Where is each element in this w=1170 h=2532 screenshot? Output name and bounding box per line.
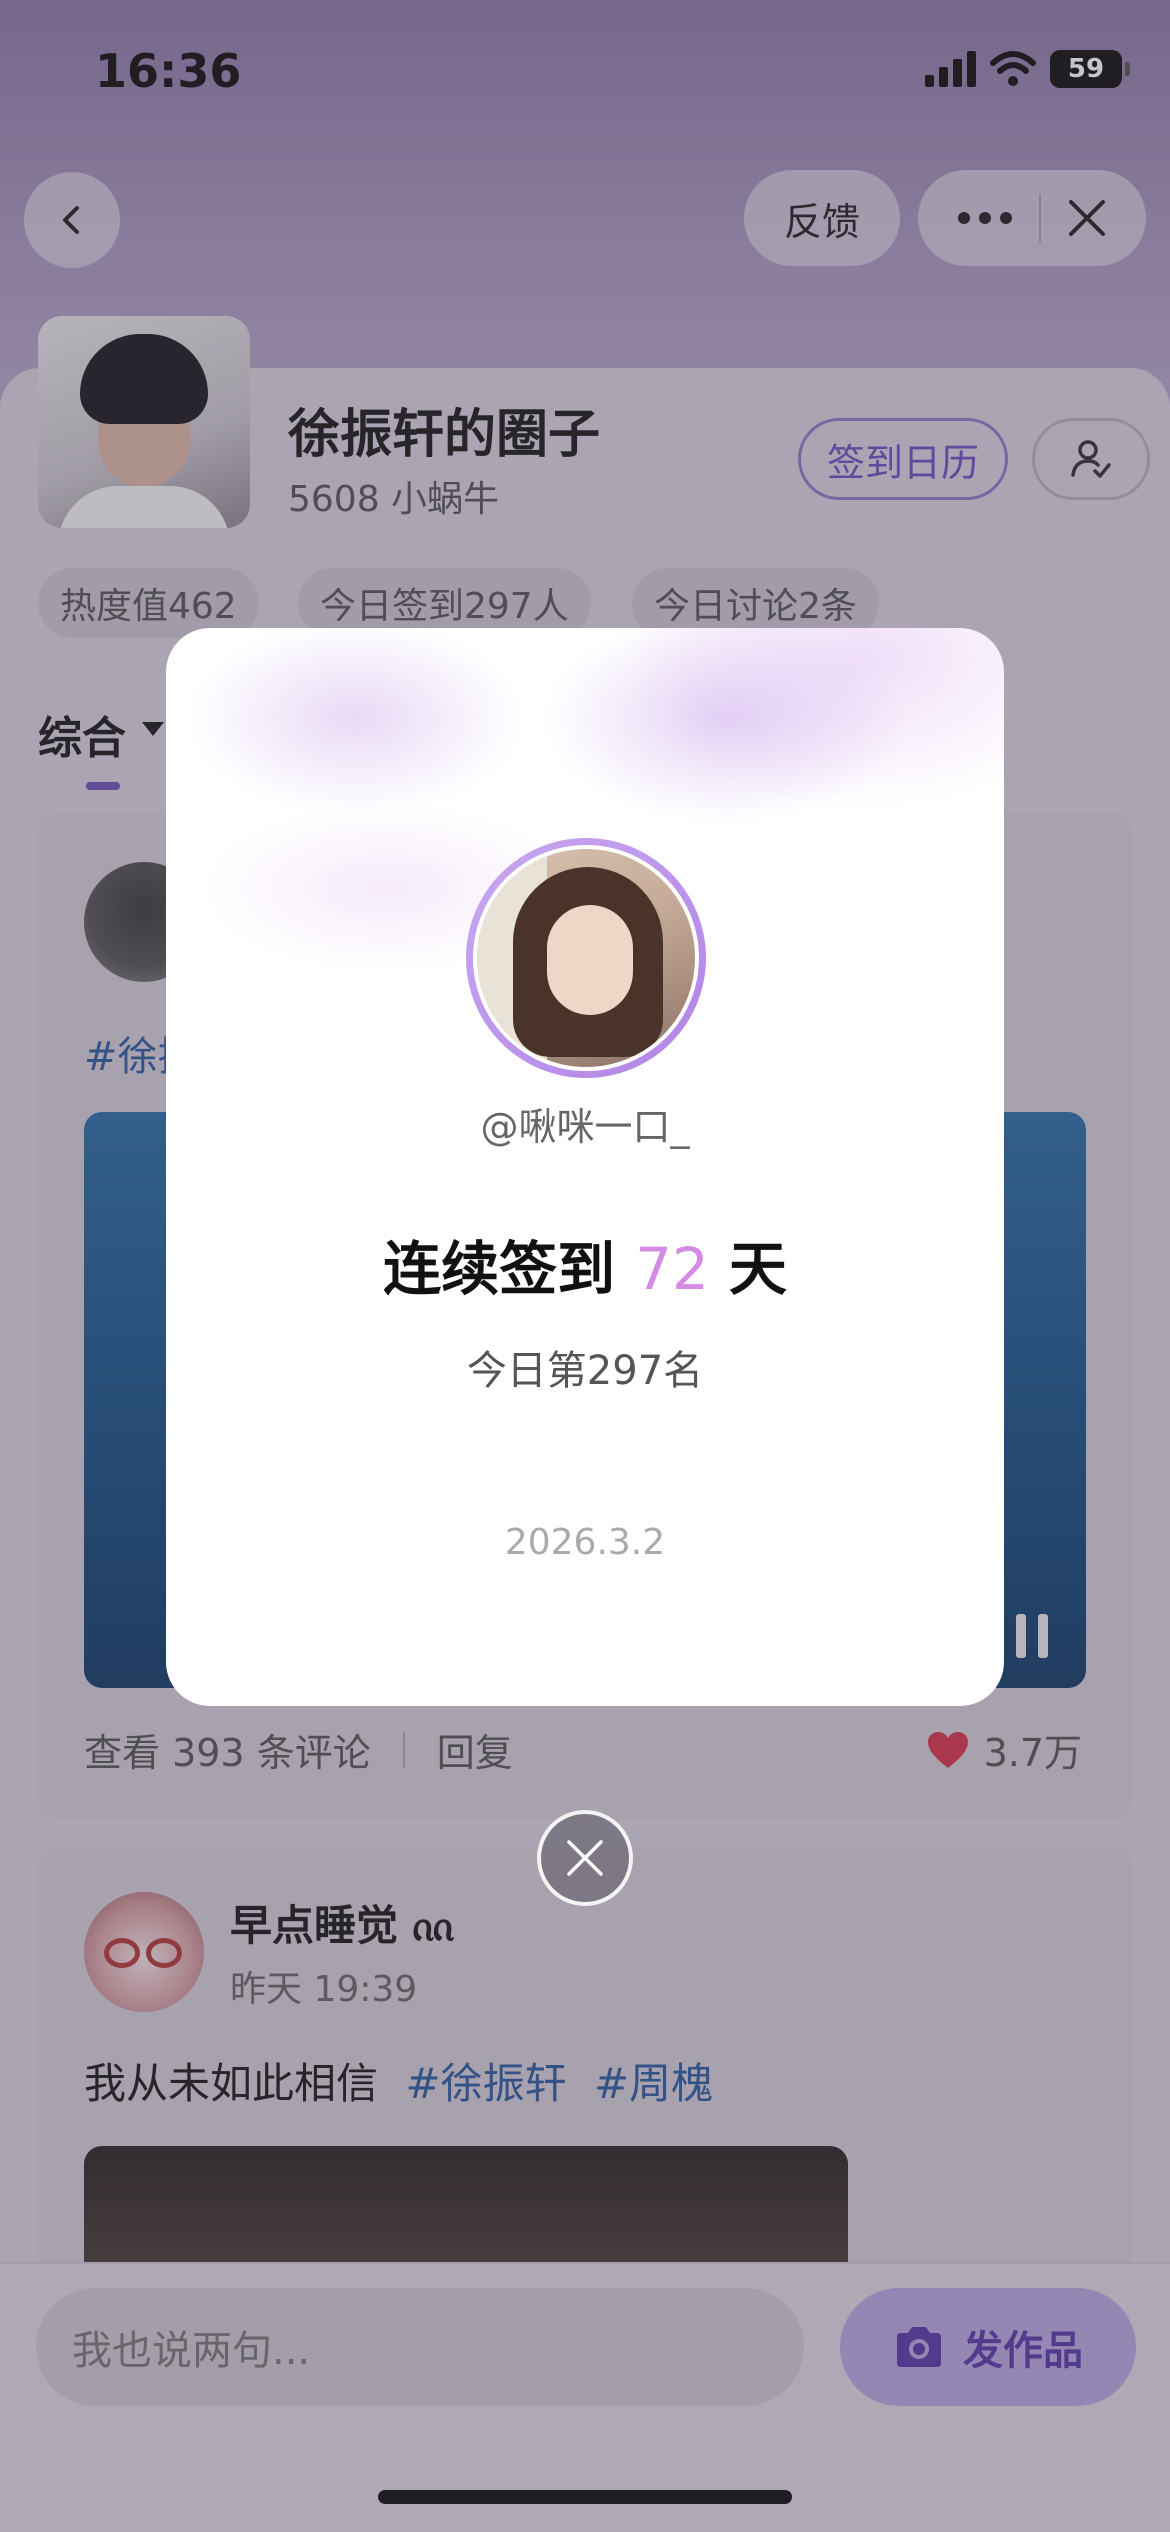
- checkin-rank: 今日第297名: [466, 1348, 704, 1394]
- user-avatar: [466, 838, 706, 1078]
- streak-days: 72: [635, 1235, 709, 1303]
- streak-suffix: 天: [728, 1235, 787, 1303]
- modal-close-button[interactable]: [537, 1810, 633, 1906]
- close-icon: [567, 1840, 603, 1876]
- checkin-success-modal: @啾咪一口_ 连续签到 72 天 今日第297名 2026.3.2: [166, 628, 1004, 1706]
- checkin-date: 2026.3.2: [504, 1522, 666, 1563]
- page: 16:36 59 反馈 徐振轩的圈子 5608 小蜗牛 签到日历 热度值462 …: [0, 0, 1170, 2532]
- user-handle: @啾咪一口_: [480, 1105, 690, 1149]
- streak-prefix: 连续签到: [383, 1235, 616, 1303]
- streak-text: 连续签到 72 天: [166, 1222, 1004, 1306]
